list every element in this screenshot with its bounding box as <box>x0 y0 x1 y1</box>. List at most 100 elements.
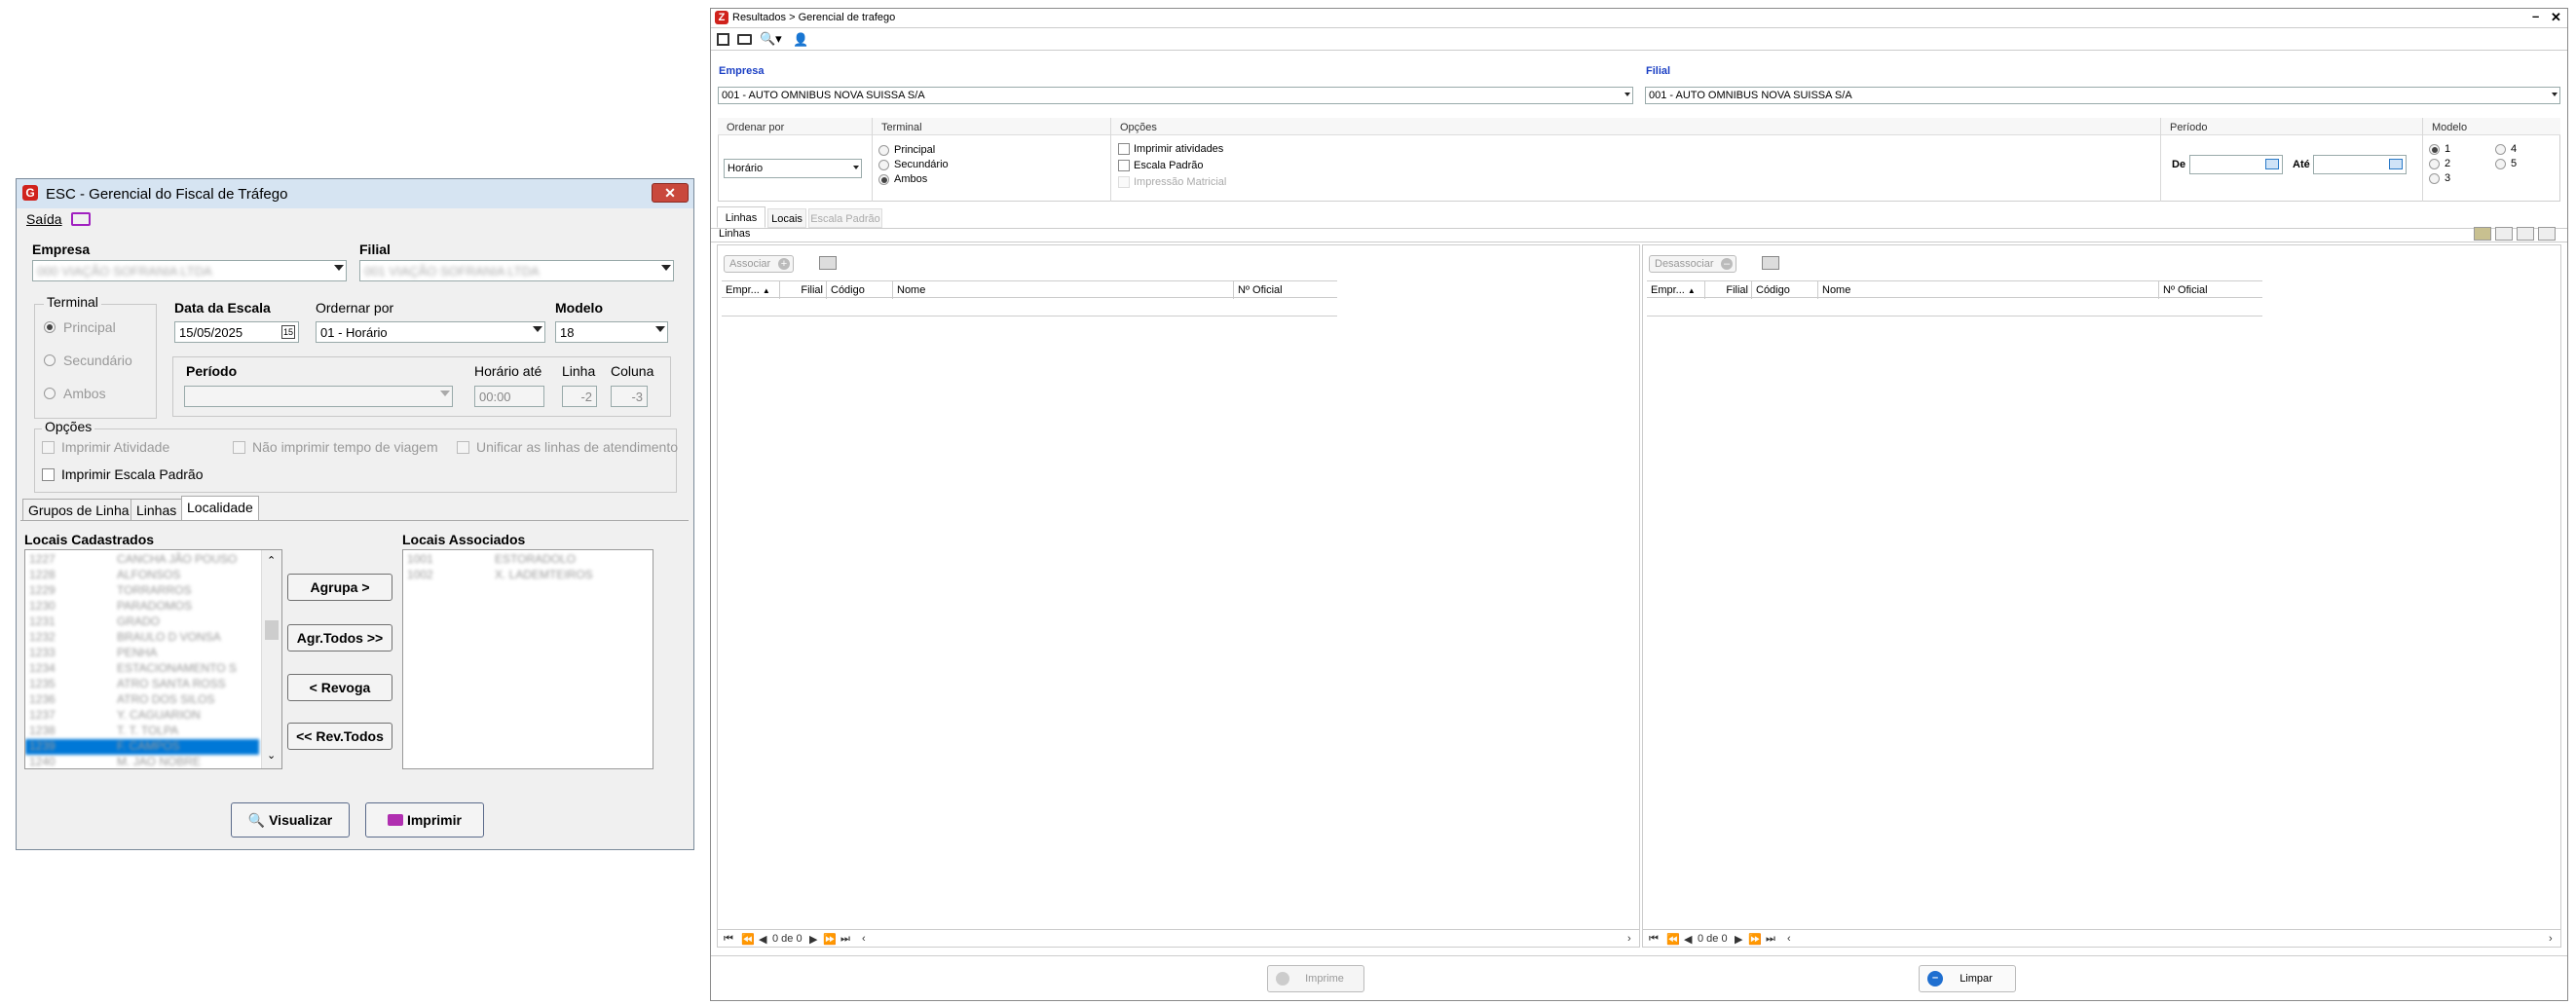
radio-modelo-5[interactable] <box>2495 159 2506 169</box>
col-filial[interactable]: Filial <box>780 281 827 299</box>
horario-ate-input[interactable]: 00:00 <box>474 386 544 407</box>
escala-padrao-checkbox[interactable] <box>42 468 55 481</box>
col-empresa[interactable]: Empr... ▲ <box>722 281 780 299</box>
list-item[interactable]: 1234 ESTACIONAMENTO S <box>25 661 259 677</box>
agrupa-button[interactable]: Agrupa > <box>287 574 392 601</box>
filter-icon[interactable] <box>2474 227 2491 241</box>
de-date-input[interactable] <box>2189 155 2283 174</box>
list-item[interactable]: 1229 TORRARROS <box>25 583 259 599</box>
limpar-button[interactable]: – Limpar <box>1919 965 2016 992</box>
scroll-thumb[interactable] <box>265 620 279 640</box>
list-item[interactable]: 1237 Y. CAGUARION <box>25 708 259 724</box>
pager-next-icon[interactable]: ▶ <box>809 933 817 946</box>
pager-prev-icon[interactable]: ◀ <box>759 933 766 946</box>
ate-date-input[interactable] <box>2313 155 2407 174</box>
radio-modelo-2[interactable] <box>2429 159 2440 169</box>
grid-icon[interactable] <box>819 256 837 270</box>
tab-linhas[interactable]: Linhas <box>717 206 765 228</box>
list-item[interactable]: 1238 T. T. TOLPA <box>25 724 259 739</box>
grid-icon[interactable] <box>1762 256 1779 270</box>
col-oficial[interactable]: Nº Oficial <box>2159 281 2262 299</box>
hscroll-right-icon[interactable]: › <box>2549 933 2553 945</box>
user-list-icon[interactable]: 👤 <box>793 32 808 48</box>
search-icon[interactable]: 🔍▾ <box>760 31 782 47</box>
col-oficial[interactable]: Nº Oficial <box>1234 281 1337 299</box>
associar-button[interactable]: Associar + <box>724 255 794 273</box>
scroll-down-icon[interactable]: ⌄ <box>267 749 276 762</box>
data-escala-input[interactable]: 15/05/2025 15 <box>174 321 299 343</box>
radio-modelo-1[interactable] <box>2429 144 2440 155</box>
pager-last-icon[interactable]: ⏭ <box>840 933 850 946</box>
exit-icon[interactable] <box>717 33 729 46</box>
tab-grupos-de-linha[interactable]: Grupos de Linha <box>22 499 135 520</box>
nao-imprimir-checkbox[interactable] <box>233 441 245 454</box>
empresa-select[interactable]: 000 VIAÇÃO SOFRANIA LTDA <box>32 260 347 281</box>
pager-first-icon[interactable]: ⏮ <box>724 933 733 946</box>
radio-ambos[interactable] <box>878 174 889 185</box>
list-item[interactable]: 1239 F. CAMPOS <box>25 739 259 755</box>
empresa-select[interactable]: 001 - AUTO OMNIBUS NOVA SUISSA S/A <box>718 87 1633 104</box>
col-nome[interactable]: Nome <box>1818 281 2159 299</box>
hscroll-right-icon[interactable]: › <box>1627 933 1631 945</box>
list-item[interactable]: 1227 CANCHA JÃO POUSO <box>25 552 259 568</box>
pager-next-page-icon[interactable]: ⏩ <box>823 933 837 946</box>
list-item[interactable]: 1001 ESTORADOLO <box>403 552 653 568</box>
radio-modelo-4[interactable] <box>2495 144 2506 155</box>
ordenar-select[interactable]: 01 - Horário <box>316 321 545 343</box>
expand-icon[interactable] <box>2538 227 2556 241</box>
impressao-matricial-checkbox[interactable] <box>1118 176 1130 188</box>
radio-ambos[interactable] <box>44 388 56 399</box>
coluna-input[interactable]: -3 <box>611 386 648 407</box>
pager-prev-page-icon[interactable]: ⏪ <box>741 933 755 946</box>
scroll-up-icon[interactable]: ⌃ <box>267 554 276 567</box>
list-item[interactable]: 1231 GRADO <box>25 614 259 630</box>
desassociar-button[interactable]: Desassociar – <box>1649 255 1736 273</box>
pager-prev-icon[interactable]: ◀ <box>1684 933 1692 946</box>
revoga-button[interactable]: < Revoga <box>287 674 392 701</box>
filial-select[interactable]: 001 - AUTO OMNIBUS NOVA SUISSA S/A <box>1645 87 2560 104</box>
col-codigo[interactable]: Código <box>1752 281 1818 299</box>
export-icon[interactable] <box>2517 227 2534 241</box>
list-item[interactable]: 1235 ATRO SANTA ROSS <box>25 677 259 692</box>
periodo-select[interactable] <box>184 386 453 407</box>
col-filial[interactable]: Filial <box>1705 281 1752 299</box>
monitor-icon[interactable] <box>71 212 91 226</box>
modelo-select[interactable]: 18 <box>555 321 668 343</box>
radio-modelo-3[interactable] <box>2429 173 2440 184</box>
pager-next-page-icon[interactable]: ⏩ <box>1748 933 1762 946</box>
menu-saida[interactable]: Saída <box>26 211 62 227</box>
tab-localidade[interactable]: Localidade <box>181 496 259 520</box>
list-item[interactable]: 1002 X. LADEMTEIROS <box>403 568 653 583</box>
radio-principal[interactable] <box>878 145 889 156</box>
list-item[interactable]: 1236 ATRO DOS SILOS <box>25 692 259 708</box>
unificar-checkbox[interactable] <box>457 441 469 454</box>
list-item[interactable]: 1233 PENHA <box>25 646 259 661</box>
ordenar-select[interactable]: Horário <box>724 159 862 178</box>
scrollbar[interactable]: ⌃ ⌄ <box>261 550 281 768</box>
list-item[interactable]: 1240 M. JAO NOBRE <box>25 755 259 768</box>
imprimir-atividades-checkbox[interactable] <box>1118 143 1130 155</box>
linha-input[interactable]: -2 <box>562 386 597 407</box>
list-item[interactable]: 1232 BRAULO D VONSA <box>25 630 259 646</box>
list-item[interactable]: 1230 PARADOMOS <box>25 599 259 614</box>
col-nome[interactable]: Nome <box>893 281 1234 299</box>
card-icon[interactable] <box>737 34 752 45</box>
pager-first-icon[interactable]: ⏮ <box>1649 933 1659 946</box>
rev-todos-button[interactable]: << Rev.Todos <box>287 723 392 750</box>
locais-associados-list[interactable]: 1001 ESTORADOLO 1002 X. LADEMTEIROS <box>402 549 653 769</box>
hscroll-left-icon[interactable]: ‹ <box>1787 933 1791 945</box>
radio-secundario[interactable] <box>44 354 56 366</box>
imprimir-atividade-checkbox[interactable] <box>42 441 55 454</box>
imprime-button[interactable]: Imprime <box>1267 965 1364 992</box>
tab-locais[interactable]: Locais <box>767 208 806 228</box>
list-item[interactable]: 1228 ALFONSOS <box>25 568 259 583</box>
radio-secundario[interactable] <box>878 160 889 170</box>
calendar-icon[interactable]: 15 <box>281 325 295 339</box>
pager-prev-page-icon[interactable]: ⏪ <box>1666 933 1680 946</box>
calendar-icon[interactable] <box>2265 159 2279 169</box>
tab-linhas[interactable]: Linhas <box>131 499 183 520</box>
columns-icon[interactable] <box>2495 227 2513 241</box>
locais-cadastrados-list[interactable]: 1227 CANCHA JÃO POUSO 1228 ALFONSOS 1229 TORR… <box>24 549 282 769</box>
radio-principal[interactable] <box>44 321 56 333</box>
filial-select[interactable]: 001 VIAÇÃO SOFRANIA LTDA <box>359 260 674 281</box>
